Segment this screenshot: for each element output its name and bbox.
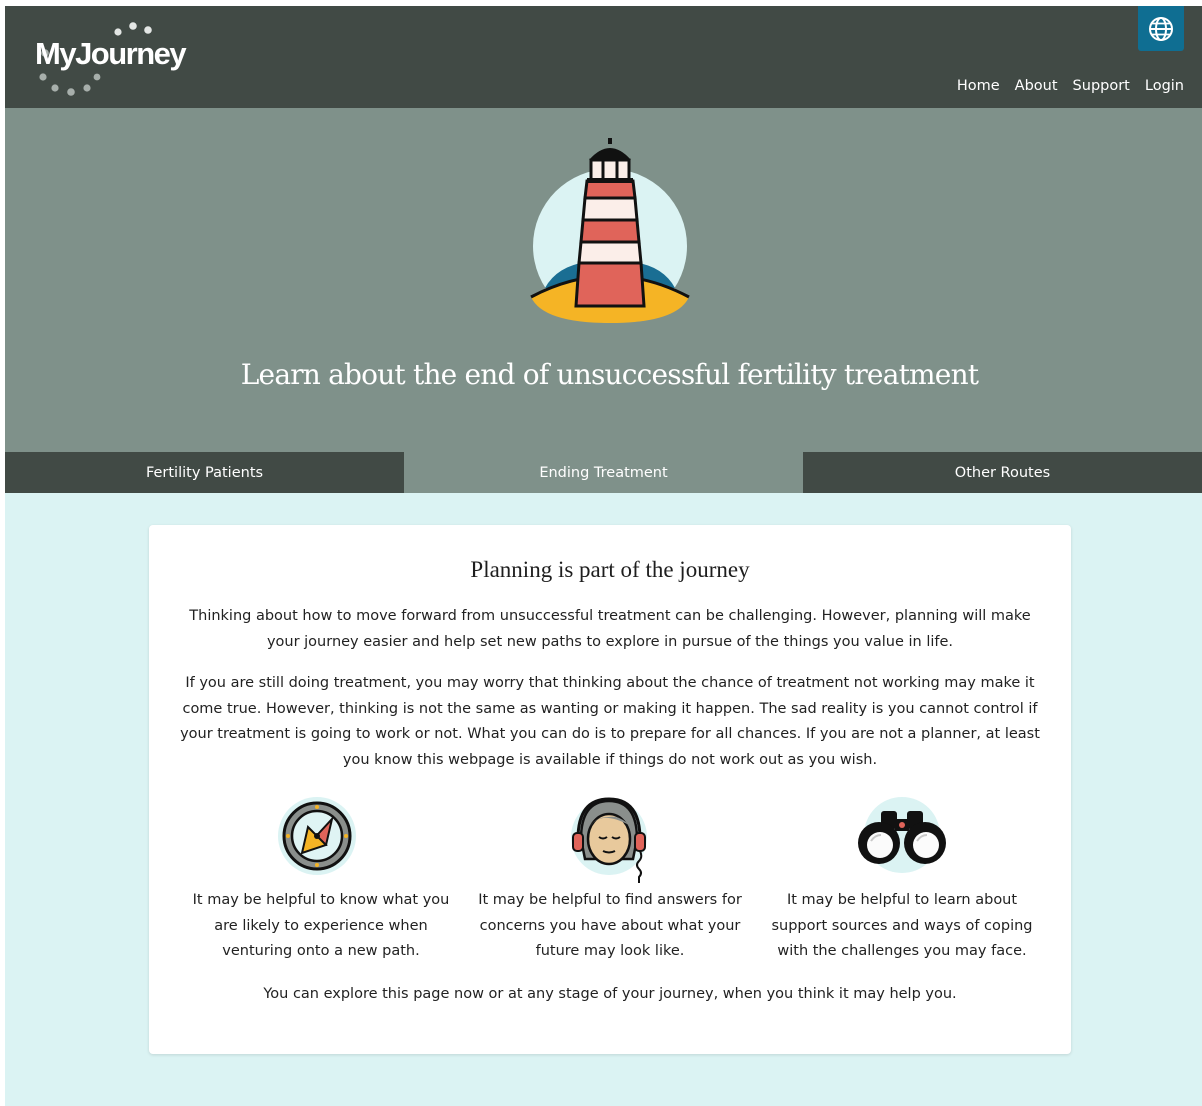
page: MyJourney Home About Support Login Learn…	[5, 6, 1202, 1106]
intro-paragraph: Thinking about how to move forward from …	[189, 608, 1031, 650]
feature-experience-text: It may be helpful to know what you are l…	[192, 892, 450, 960]
closing-paragraph: You can explore this page now or at any …	[263, 986, 957, 1002]
binoculars-icon	[858, 797, 946, 873]
main-nav: Home About Support Login	[957, 78, 1184, 94]
feature-support-text: It may be helpful to learn about support…	[771, 892, 1033, 960]
myjourney-logo[interactable]: MyJourney	[33, 20, 203, 96]
nav-home[interactable]: Home	[957, 78, 1000, 94]
tab-ending-treatment[interactable]: Ending Treatment	[404, 452, 803, 493]
nav-about[interactable]: About	[1015, 78, 1058, 94]
hero-banner: Learn about the end of unsuccessful fert…	[5, 108, 1202, 452]
card-title: Planning is part of the journey	[470, 557, 750, 582]
person-headphones-icon	[571, 797, 647, 883]
compass-icon	[278, 797, 356, 875]
tab-fertility-patients[interactable]: Fertility Patients	[5, 452, 404, 493]
language-button[interactable]	[1138, 6, 1184, 51]
treatment-paragraph: If you are still doing treatment, you ma…	[180, 675, 1040, 768]
info-card: Planning is part of the journey Thinking…	[149, 525, 1071, 1054]
section-tabs: Fertility Patients Ending Treatment Othe…	[5, 452, 1202, 493]
logo-text: MyJourney	[35, 36, 187, 71]
tab-other-routes[interactable]: Other Routes	[803, 452, 1202, 493]
hero-title: Learn about the end of unsuccessful fert…	[240, 358, 979, 391]
feature-concerns-text: It may be helpful to find answers for co…	[478, 892, 742, 960]
nav-login[interactable]: Login	[1145, 78, 1184, 94]
globe-icon	[1149, 16, 1173, 41]
nav-support[interactable]: Support	[1073, 78, 1130, 94]
lighthouse-illustration	[530, 138, 690, 323]
site-header: MyJourney Home About Support Login	[5, 6, 1202, 108]
